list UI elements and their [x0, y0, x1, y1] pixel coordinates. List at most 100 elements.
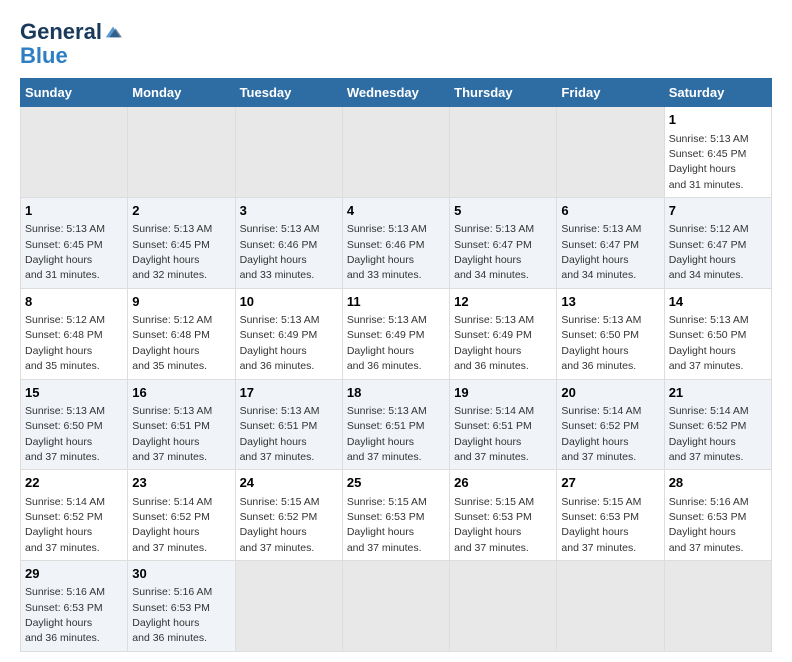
weekday-header-saturday: Saturday [664, 79, 771, 107]
weekday-header-thursday: Thursday [450, 79, 557, 107]
weekday-header-monday: Monday [128, 79, 235, 107]
calendar-cell: 5Sunrise: 5:13 AMSunset: 6:47 PMDaylight… [450, 198, 557, 289]
calendar-cell [21, 107, 128, 198]
calendar-cell: 26 Sunrise: 5:15 AMSunset: 6:53 PMDayligh… [450, 470, 557, 561]
day-number: 11 [347, 293, 445, 311]
day-info: Sunrise: 5:16 AMSunset: 6:53 PMDaylight … [132, 586, 212, 644]
day-info: Sunrise: 5:14 AMSunset: 6:52 PMDaylight … [669, 405, 749, 463]
day-info: Sunrise: 5:13 AMSunset: 6:51 PMDaylight … [240, 405, 320, 463]
calendar-cell: 29Sunrise: 5:16 AMSunset: 6:53 PMDayligh… [21, 561, 128, 652]
calendar-cell: 24Sunrise: 5:15 AMSunset: 6:52 PMDayligh… [235, 470, 342, 561]
day-info: Sunrise: 5:14 AMSunset: 6:52 PMDaylight … [25, 496, 105, 554]
day-info: Sunrise: 5:12 AMSunset: 6:48 PMDaylight … [132, 314, 212, 372]
calendar-cell: 20 Sunrise: 5:14 AMSunset: 6:52 PMDayligh… [557, 379, 664, 470]
day-info: Sunrise: 5:14 AMSunset: 6:51 PMDaylight … [454, 405, 534, 463]
day-number: 30 [132, 565, 230, 583]
week-row-5: 22 Sunrise: 5:14 AMSunset: 6:52 PMDayligh… [21, 470, 772, 561]
day-number: 5 [454, 202, 552, 220]
day-info: Sunrise: 5:13 AMSunset: 6:50 PMDaylight … [25, 405, 105, 463]
day-info: Sunrise: 5:14 AMSunset: 6:52 PMDaylight … [132, 496, 212, 554]
day-info: Sunrise: 5:13 AMSunset: 6:46 PMDaylight … [347, 223, 427, 281]
calendar-cell: 22 Sunrise: 5:14 AMSunset: 6:52 PMDayligh… [21, 470, 128, 561]
day-info: Sunrise: 5:13 AMSunset: 6:49 PMDaylight … [240, 314, 320, 372]
calendar-cell: 19Sunrise: 5:14 AMSunset: 6:51 PMDayligh… [450, 379, 557, 470]
week-row-4: 15Sunrise: 5:13 AMSunset: 6:50 PMDayligh… [21, 379, 772, 470]
calendar-header: SundayMondayTuesdayWednesdayThursdayFrid… [21, 79, 772, 107]
day-info: Sunrise: 5:12 AMSunset: 6:47 PMDaylight … [669, 223, 749, 281]
day-number: 7 [669, 202, 767, 220]
calendar-cell [450, 561, 557, 652]
day-info: Sunrise: 5:13 AMSunset: 6:51 PMDaylight … [347, 405, 427, 463]
week-row-3: 8 Sunrise: 5:12 AMSunset: 6:48 PMDaylight… [21, 288, 772, 379]
page-container: General Blue SundayMondayTuesdayWednesda… [0, 0, 792, 662]
calendar-cell [235, 561, 342, 652]
day-number: 9 [132, 293, 230, 311]
calendar-table: SundayMondayTuesdayWednesdayThursdayFrid… [20, 78, 772, 652]
week-row-1: 1 Sunrise: 5:13 AMSunset: 6:45 PMDaylight… [21, 107, 772, 198]
week-row-2: 1 Sunrise: 5:13 AMSunset: 6:45 PMDaylight… [21, 198, 772, 289]
calendar-cell: 16Sunrise: 5:13 AMSunset: 6:51 PMDayligh… [128, 379, 235, 470]
day-number: 17 [240, 384, 338, 402]
calendar-cell: 28Sunrise: 5:16 AMSunset: 6:53 PMDayligh… [664, 470, 771, 561]
day-number: 4 [347, 202, 445, 220]
weekday-header-friday: Friday [557, 79, 664, 107]
day-number: 18 [347, 384, 445, 402]
week-row-6: 29Sunrise: 5:16 AMSunset: 6:53 PMDayligh… [21, 561, 772, 652]
day-number: 25 [347, 474, 445, 492]
calendar-cell: 23 Sunrise: 5:14 AMSunset: 6:52 PMDayligh… [128, 470, 235, 561]
day-info: Sunrise: 5:13 AMSunset: 6:45 PMDaylight … [669, 133, 749, 191]
calendar-cell: 4 Sunrise: 5:13 AMSunset: 6:46 PMDaylight… [342, 198, 449, 289]
day-number: 22 [25, 474, 123, 492]
day-number: 20 [561, 384, 659, 402]
day-number: 27 [561, 474, 659, 492]
logo-blue: Blue [20, 43, 68, 68]
day-info: Sunrise: 5:13 AMSunset: 6:49 PMDaylight … [347, 314, 427, 372]
calendar-cell: 8 Sunrise: 5:12 AMSunset: 6:48 PMDaylight… [21, 288, 128, 379]
day-info: Sunrise: 5:15 AMSunset: 6:53 PMDaylight … [347, 496, 427, 554]
calendar-cell [557, 107, 664, 198]
calendar-cell [450, 107, 557, 198]
calendar-cell: 9 Sunrise: 5:12 AMSunset: 6:48 PMDaylight… [128, 288, 235, 379]
day-info: Sunrise: 5:13 AMSunset: 6:49 PMDaylight … [454, 314, 534, 372]
day-info: Sunrise: 5:12 AMSunset: 6:48 PMDaylight … [25, 314, 105, 372]
day-info: Sunrise: 5:13 AMSunset: 6:45 PMDaylight … [132, 223, 212, 281]
calendar-cell: 14Sunrise: 5:13 AMSunset: 6:50 PMDayligh… [664, 288, 771, 379]
day-number: 12 [454, 293, 552, 311]
day-number: 14 [669, 293, 767, 311]
calendar-cell [557, 561, 664, 652]
calendar-cell: 1 Sunrise: 5:13 AMSunset: 6:45 PMDaylight… [21, 198, 128, 289]
day-number: 8 [25, 293, 123, 311]
calendar-cell [128, 107, 235, 198]
day-number: 26 [454, 474, 552, 492]
day-number: 6 [561, 202, 659, 220]
calendar-cell: 30 Sunrise: 5:16 AMSunset: 6:53 PMDayligh… [128, 561, 235, 652]
calendar-body: 1 Sunrise: 5:13 AMSunset: 6:45 PMDaylight… [21, 107, 772, 652]
calendar-cell: 17 Sunrise: 5:13 AMSunset: 6:51 PMDayligh… [235, 379, 342, 470]
day-info: Sunrise: 5:16 AMSunset: 6:53 PMDaylight … [669, 496, 749, 554]
calendar-cell: 27Sunrise: 5:15 AMSunset: 6:53 PMDayligh… [557, 470, 664, 561]
page-header: General Blue [20, 20, 772, 68]
day-info: Sunrise: 5:16 AMSunset: 6:53 PMDaylight … [25, 586, 105, 644]
weekday-header-tuesday: Tuesday [235, 79, 342, 107]
calendar-cell: 25 Sunrise: 5:15 AMSunset: 6:53 PMDayligh… [342, 470, 449, 561]
weekday-row: SundayMondayTuesdayWednesdayThursdayFrid… [21, 79, 772, 107]
day-info: Sunrise: 5:15 AMSunset: 6:53 PMDaylight … [454, 496, 534, 554]
logo-general: General [20, 20, 102, 44]
logo-icon [104, 23, 122, 41]
day-number: 1 [25, 202, 123, 220]
day-number: 23 [132, 474, 230, 492]
day-info: Sunrise: 5:15 AMSunset: 6:52 PMDaylight … [240, 496, 320, 554]
calendar-cell: 10 Sunrise: 5:13 AMSunset: 6:49 PMDayligh… [235, 288, 342, 379]
calendar-cell: 15Sunrise: 5:13 AMSunset: 6:50 PMDayligh… [21, 379, 128, 470]
calendar-cell: 6Sunrise: 5:13 AMSunset: 6:47 PMDaylight… [557, 198, 664, 289]
day-info: Sunrise: 5:13 AMSunset: 6:51 PMDaylight … [132, 405, 212, 463]
day-info: Sunrise: 5:13 AMSunset: 6:50 PMDaylight … [561, 314, 641, 372]
day-info: Sunrise: 5:13 AMSunset: 6:45 PMDaylight … [25, 223, 105, 281]
day-number: 13 [561, 293, 659, 311]
day-number: 2 [132, 202, 230, 220]
day-info: Sunrise: 5:14 AMSunset: 6:52 PMDaylight … [561, 405, 641, 463]
day-number: 10 [240, 293, 338, 311]
calendar-cell: 21Sunrise: 5:14 AMSunset: 6:52 PMDayligh… [664, 379, 771, 470]
day-number: 3 [240, 202, 338, 220]
day-number: 1 [669, 111, 767, 129]
